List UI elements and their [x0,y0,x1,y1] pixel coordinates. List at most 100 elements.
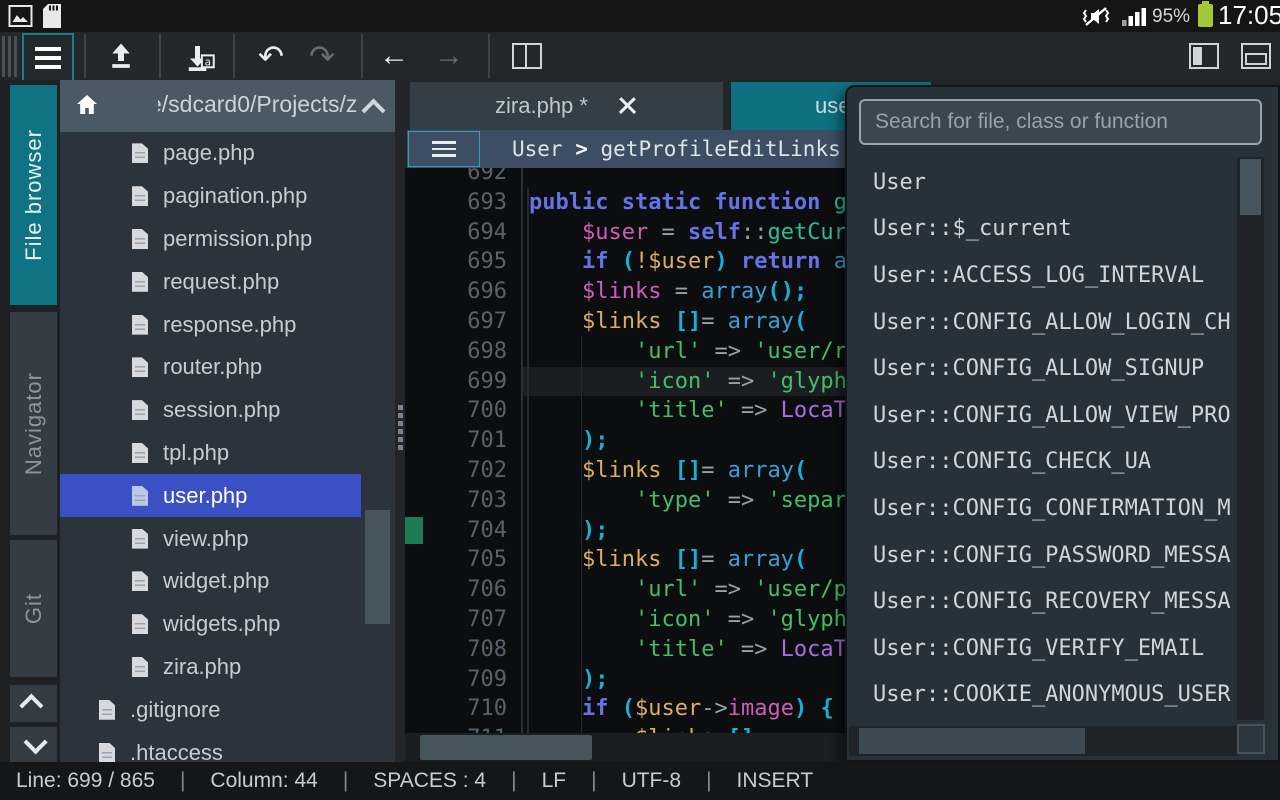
status-item[interactable]: INSERT [737,769,814,793]
file-row-session.php[interactable]: session.php [60,389,361,432]
panel-resize-handle[interactable] [398,405,404,450]
editor-tab-zira[interactable]: zira.php * [410,82,723,130]
file-row-widgets.php[interactable]: widgets.php [60,603,361,646]
sdcard-notification-icon [42,3,62,29]
rail-tab-git[interactable]: Git [10,540,57,677]
android-status-bar: 95% 17:05 [0,0,1280,32]
file-name-label: router.php [163,354,262,380]
search-result-item[interactable]: User [847,159,1232,206]
breadcrumb[interactable]: User > getProfileEditLinks > [512,137,879,161]
scroll-up-button[interactable] [10,685,57,722]
file-row-.htaccess[interactable]: .htaccess [60,731,361,762]
file-name-label: view.php [163,526,249,552]
battery-percent-label: 95% [1152,6,1190,28]
line-number: 692 [405,168,521,188]
toolbar-separator [233,34,235,78]
status-separator: | [511,769,516,793]
search-input[interactable] [859,99,1262,145]
status-item[interactable]: Column: 44 [210,769,317,793]
line-number: 706 [405,575,521,605]
search-result-item[interactable]: User::CONFIG_CONFIRMATION_M [847,485,1232,532]
chevron-up-icon [19,694,43,718]
toolbar-separator [488,34,490,78]
navigate-back-button[interactable]: ← [376,32,412,80]
search-result-item[interactable]: User::CONFIG_RECOVERY_MESSA [847,578,1232,625]
editor-hscroll-thumb[interactable] [420,735,592,760]
search-result-item[interactable]: User::COOKIE_ANONYMOUS_USER [847,672,1232,719]
breadcrumb-segment[interactable]: User [512,137,575,161]
file-row-router.php[interactable]: router.php [60,346,361,389]
file-browser-path-bar[interactable]: e/sdcard0/Projects/zira [60,80,395,132]
code-text [521,168,529,188]
status-item[interactable]: UTF-8 [622,769,682,793]
status-item[interactable]: LF [542,769,567,793]
status-item[interactable]: SPACES : 4 [373,769,486,793]
upload-icon [106,41,136,71]
file-row-pagination.php[interactable]: pagination.php [60,175,361,218]
file-list-scrollbar-thumb[interactable] [365,510,390,624]
code-text: $user = self::getCur [521,218,847,248]
search-result-item[interactable]: User::CONFIG_VERIFY_EMAIL [847,625,1232,672]
code-text: 'title' => LocaT [521,635,847,665]
search-result-item[interactable]: User::CONFIG_ALLOW_VIEW_PRO [847,392,1232,439]
split-view-button[interactable] [509,32,545,80]
search-result-item[interactable]: User::CONFIG_PASSWORD_MESSA [847,532,1232,579]
search-result-item[interactable]: User::CONFIG_ALLOW_LOGIN_CH [847,299,1232,346]
file-row-page.php[interactable]: page.php [60,132,361,175]
rail-tab-file-browser[interactable]: File browser [10,85,57,305]
file-row-zira.php[interactable]: zira.php [60,646,361,689]
line-number: 694 [405,218,521,248]
save-as-button[interactable]: a [182,32,218,80]
search-result-item[interactable]: User::$_current [847,206,1232,253]
search-result-item[interactable]: User::CONFIG_CHECK_UA [847,439,1232,486]
file-row-view.php[interactable]: view.php [60,517,361,560]
search-result-item[interactable]: User::ACCESS_LOG_INTERVAL [847,252,1232,299]
toolbar-grip [8,36,11,77]
close-icon[interactable] [618,96,638,116]
file-icon [132,357,148,377]
file-icon [132,143,148,163]
redo-button[interactable]: ↷ [304,32,340,80]
toolbar-separator [159,34,161,78]
search-result-item[interactable]: User::CONFIG_ALLOW_SIGNUP [847,345,1232,392]
file-row-tpl.php[interactable]: tpl.php [60,432,361,475]
file-row-widget.php[interactable]: widget.php [60,560,361,603]
status-item[interactable]: Line: 699 / 865 [16,769,155,793]
code-text: $links []= array( [521,307,807,337]
results-hscroll-thumb[interactable] [859,728,1085,754]
file-name-label: .htaccess [130,740,223,762]
scroll-down-button[interactable] [10,727,57,762]
file-row-.gitignore[interactable]: .gitignore [60,688,361,731]
file-row-user.php[interactable]: user.php [60,474,361,517]
main-menu-button[interactable] [22,33,74,82]
navigate-forward-button[interactable]: → [431,32,467,80]
rail-tab-navigator[interactable]: Navigator [10,312,57,535]
breadcrumb-segment[interactable]: getProfileEditLinks [601,137,854,161]
breadcrumb-menu-button[interactable] [408,131,480,167]
undo-button[interactable]: ↶ [253,32,289,80]
file-name-label: tpl.php [163,440,229,466]
chevron-down-icon [24,730,48,754]
line-number: 711 [405,724,521,733]
results-horizontal-scrollbar[interactable] [849,726,1239,756]
results-vertical-scrollbar[interactable] [1237,157,1264,720]
symbol-search-panel: UserUser::$_currentUser::ACCESS_LOG_INTE… [845,85,1280,762]
horizontal-split-button[interactable] [1238,32,1274,80]
code-text: if (!$user) return a [521,247,847,277]
file-row-response.php[interactable]: response.php [60,303,361,346]
file-icon [99,743,115,762]
collapse-path-icon[interactable] [361,98,385,122]
editor-tab-label: zira.php * [495,93,588,119]
save-as-icon: a [185,41,215,71]
rail-tab-label: File browser [21,129,47,261]
file-row-request.php[interactable]: request.php [60,260,361,303]
search-result-list: UserUser::$_currentUser::ACCESS_LOG_INTE… [847,159,1232,719]
file-name-label: page.php [163,140,255,166]
upload-button[interactable] [103,32,139,80]
results-vscroll-thumb[interactable] [1240,159,1261,215]
editor-status-bar: Line: 699 / 865|Column: 44|SPACES : 4|LF… [0,762,1280,800]
current-path: e/sdcard0/Projects/zira [158,91,358,121]
file-icon [132,657,148,677]
vertical-split-button[interactable] [1186,32,1222,80]
file-row-permission.php[interactable]: permission.php [60,218,361,261]
